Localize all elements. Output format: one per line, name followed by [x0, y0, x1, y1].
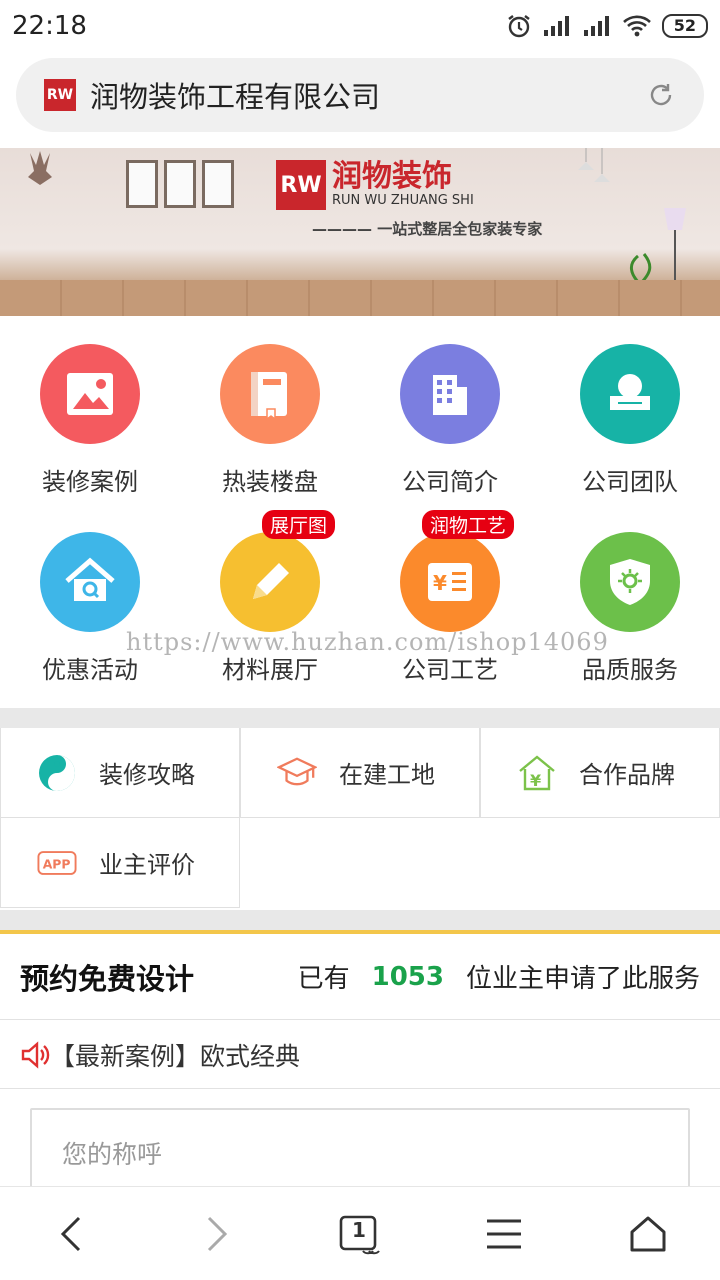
- wall-frame: [164, 160, 196, 208]
- chevron-right-icon: [207, 1216, 228, 1251]
- menu-item-craft[interactable]: 润物工艺 ¥ 公司工艺: [360, 504, 540, 694]
- home-icon: [630, 1216, 666, 1251]
- news-ticker[interactable]: 【最新案例】欧式经典: [0, 1021, 720, 1089]
- menu-label: 公司简介: [402, 468, 498, 496]
- status-bar: 22:18 52: [0, 0, 720, 52]
- name-input[interactable]: 您的称呼: [30, 1108, 690, 1198]
- reload-icon[interactable]: [646, 80, 676, 110]
- address-bar[interactable]: RW 润物装饰工程有限公司: [16, 58, 704, 132]
- quick-link-label: 合作品牌: [579, 761, 675, 789]
- menu-label: 优惠活动: [42, 656, 138, 684]
- status-time: 22:18: [12, 11, 87, 41]
- image-icon: [40, 344, 140, 444]
- menu-item-promotions[interactable]: 优惠活动: [0, 504, 180, 694]
- svg-text:¥: ¥: [530, 771, 541, 790]
- menu-item-materials[interactable]: 展厅图 材料展厅: [180, 504, 360, 694]
- tabs-button[interactable]: 1: [330, 1204, 390, 1264]
- book-icon: [220, 344, 320, 444]
- brand-name-en: RUN WU ZHUANG SHI: [332, 193, 474, 208]
- stats-prefix: 已有: [297, 964, 350, 994]
- banner-floor: [0, 280, 720, 316]
- menu-button[interactable]: [474, 1204, 534, 1264]
- applicant-count: 1053: [371, 961, 444, 992]
- quick-link-label: 装修攻略: [99, 761, 195, 789]
- menu-item-estates[interactable]: 热装楼盘: [180, 316, 360, 506]
- hero-banner[interactable]: RW 润物装饰 RUN WU ZHUANG SHI ———— 一站式整居全包家装…: [0, 148, 720, 316]
- quick-link-label: 在建工地: [339, 761, 435, 789]
- wall-frame: [202, 160, 234, 208]
- quick-link-brands[interactable]: ¥ 合作品牌: [480, 728, 720, 818]
- menu-label: 公司团队: [582, 468, 678, 496]
- battery-level: 52: [661, 14, 708, 38]
- pendant-lamp-decoration: [578, 148, 610, 182]
- menu-label: 热装楼盘: [222, 468, 318, 496]
- home-button[interactable]: [618, 1204, 678, 1264]
- tabs-count: 1: [352, 1217, 366, 1242]
- wifi-icon: [622, 15, 651, 37]
- quick-link-guide[interactable]: 装修攻略: [0, 728, 240, 818]
- house-search-icon: [40, 532, 140, 632]
- site-logo: RW: [44, 79, 76, 111]
- pencil-icon: [220, 532, 320, 632]
- signal-icon: [583, 16, 609, 36]
- deer-head-decoration: [28, 151, 52, 185]
- chevron-left-icon: [60, 1216, 81, 1251]
- browser-bottom-nav: 1: [0, 1186, 720, 1280]
- signal-icon: [543, 16, 569, 36]
- app-icon: APP: [37, 843, 77, 883]
- page-title: 润物装饰工程有限公司: [90, 80, 381, 114]
- quick-link-label: 业主评价: [99, 851, 195, 879]
- banner-slogan: ———— 一站式整居全包家装专家: [312, 220, 543, 238]
- banner-brand: RW 润物装饰 RUN WU ZHUANG SHI: [276, 160, 474, 210]
- svg-text:APP: APP: [43, 857, 71, 871]
- shield-icon: [580, 532, 680, 632]
- menu-item-cases[interactable]: 装修案例: [0, 316, 180, 506]
- watermark-text: https://www.huzhan.com/ishop14069: [126, 628, 609, 656]
- menu-tag: 润物工艺: [422, 510, 515, 539]
- news-text: 【最新案例】欧式经典: [50, 1041, 301, 1071]
- status-icons: 52: [506, 13, 708, 39]
- stats-suffix: 位业主申请了此服务: [465, 964, 700, 994]
- quick-links: 装修攻略 在建工地 ¥ 合作品牌 APP 业主评价: [0, 728, 720, 910]
- building-icon: [400, 344, 500, 444]
- svg-text:¥: ¥: [433, 571, 447, 595]
- section-divider: [0, 708, 720, 728]
- brand-logo: RW: [276, 160, 326, 210]
- menu-item-about[interactable]: 公司简介: [360, 316, 540, 506]
- menu-tag: 展厅图: [262, 510, 336, 539]
- section-divider: [0, 910, 720, 930]
- appointment-header: 预约免费设计 已有 1053 位业主申请了此服务: [0, 934, 720, 1020]
- yin-yang-icon: [37, 753, 77, 793]
- appointment-title: 预约免费设计: [20, 961, 195, 996]
- brand-name-cn: 润物装饰: [332, 159, 452, 194]
- appointment-stats: 已有 1053 位业主申请了此服务: [298, 958, 700, 995]
- hamburger-icon: [487, 1219, 521, 1248]
- yen-house-icon: ¥: [517, 753, 557, 793]
- quick-link-reviews[interactable]: APP 业主评价: [0, 818, 240, 908]
- yen-list-icon: ¥: [400, 532, 500, 632]
- forward-button[interactable]: [186, 1204, 246, 1264]
- graduation-cap-icon: [277, 753, 317, 793]
- speaker-icon: [21, 1040, 50, 1069]
- quick-link-sites[interactable]: 在建工地: [240, 728, 480, 818]
- menu-label: 装修案例: [42, 468, 138, 496]
- wall-frame: [126, 160, 158, 208]
- menu-item-team[interactable]: 公司团队: [540, 316, 720, 506]
- alarm-icon: [508, 15, 530, 38]
- menu-item-quality[interactable]: 品质服务: [540, 504, 720, 694]
- back-button[interactable]: [42, 1204, 102, 1264]
- sofa-icon: [580, 344, 680, 444]
